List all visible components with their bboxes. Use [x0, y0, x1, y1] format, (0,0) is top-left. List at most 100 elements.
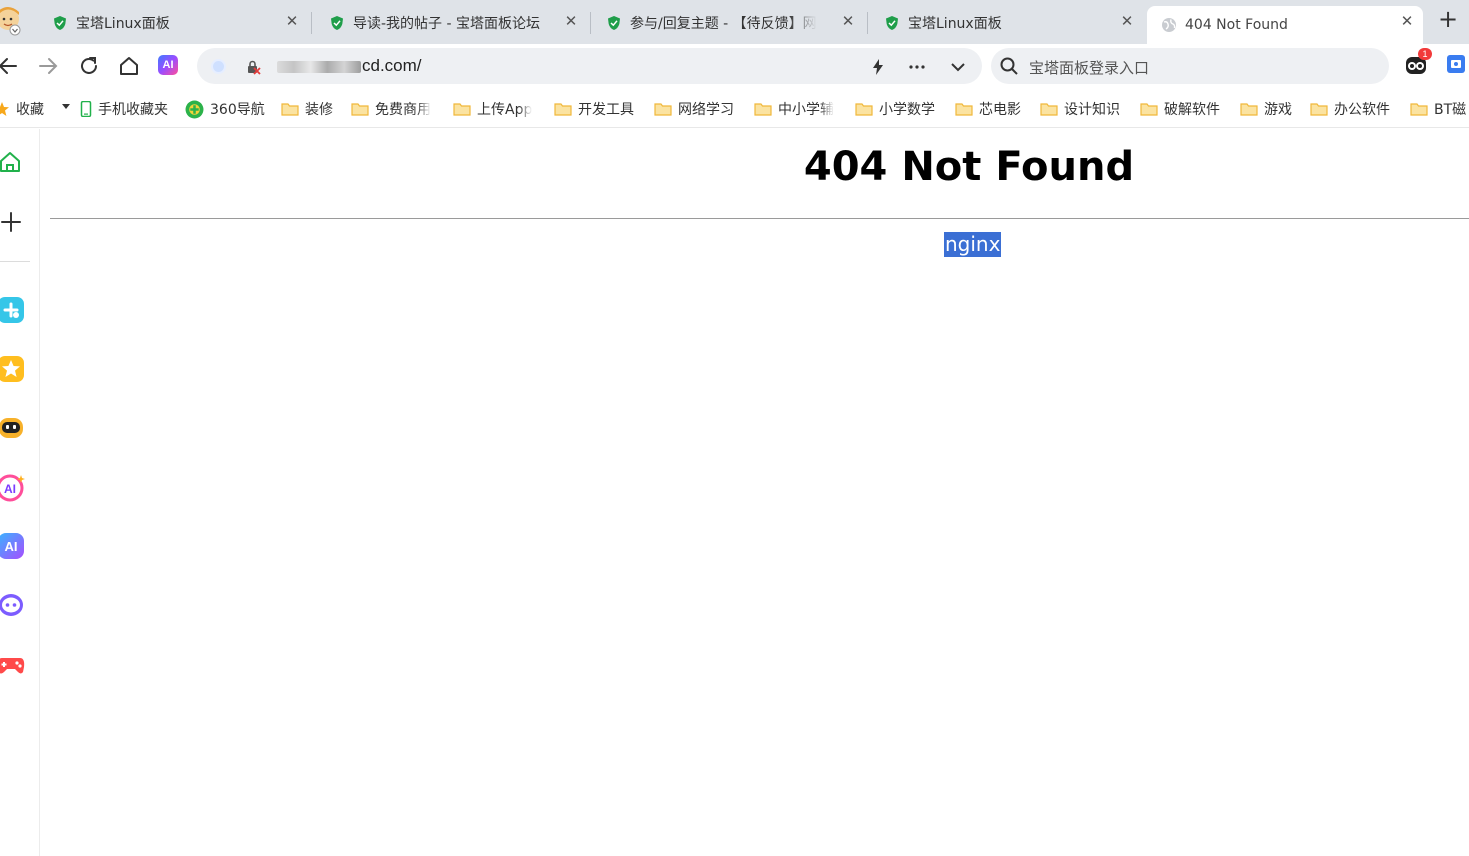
- tab-separator: [311, 12, 312, 34]
- bookmark-folder-k12[interactable]: 中小学辅: [754, 99, 834, 119]
- search-input[interactable]: 宝塔面板登录入口: [991, 48, 1389, 84]
- tab-close-icon[interactable]: ✕: [1399, 13, 1415, 29]
- bookmark-360-navigation[interactable]: 360导航: [185, 99, 265, 119]
- tab-separator: [867, 12, 868, 34]
- home-icon[interactable]: [0, 149, 22, 175]
- extension-screenshot-icon[interactable]: [1447, 55, 1465, 73]
- tab-title: 宝塔Linux面板: [76, 16, 170, 32]
- bookmark-label: 设计知识: [1064, 102, 1120, 118]
- tab-title: 参与/回复主题 - 【待反馈】网: [630, 16, 817, 32]
- bookmark-label: 中小学辅: [778, 102, 834, 118]
- redacted-domain: [277, 60, 361, 73]
- bookmark-folder-free-commercial[interactable]: 免费商用: [351, 99, 431, 119]
- bookmark-folder-upload-app[interactable]: 上传App: [453, 99, 532, 119]
- app-store-icon[interactable]: [0, 295, 26, 325]
- bookmark-label: 办公软件: [1334, 102, 1390, 118]
- tab-title: 宝塔Linux面板: [908, 16, 1002, 32]
- star-icon: [0, 102, 9, 116]
- chatbot-icon[interactable]: [0, 413, 26, 443]
- folder-icon: [654, 103, 672, 116]
- bookmark-folder-movies[interactable]: 芯电影: [955, 99, 1021, 119]
- back-arrow-icon[interactable]: [0, 54, 20, 78]
- lightning-boost-icon[interactable]: [868, 57, 888, 77]
- bookmark-label: 游戏: [1264, 102, 1292, 118]
- bookmark-label: 免费商用: [375, 102, 431, 118]
- tab-forum-my-posts[interactable]: 导读-我的帖子 - 宝塔面板论坛 ✕: [317, 6, 587, 40]
- user-avatar-icon[interactable]: [0, 6, 22, 36]
- bookmark-label: 开发工具: [578, 102, 634, 118]
- folder-icon: [754, 103, 772, 116]
- phone-icon: [80, 101, 92, 117]
- folder-icon: [1040, 103, 1058, 116]
- bookmark-folder-primary-math[interactable]: 小学数学: [855, 99, 935, 119]
- reload-icon[interactable]: [77, 54, 101, 78]
- bookmark-label: 360导航: [210, 102, 265, 118]
- insecure-lock-icon[interactable]: [245, 59, 261, 75]
- favorites-star-icon[interactable]: [0, 354, 26, 384]
- tab-close-icon[interactable]: ✕: [1119, 13, 1135, 29]
- search-icon: [1000, 57, 1018, 75]
- bookmark-folder-dev-tools[interactable]: 开发工具: [554, 99, 634, 119]
- home-icon[interactable]: [117, 54, 141, 78]
- svg-text:AI: AI: [5, 539, 18, 554]
- bookmark-folder-cracked-software[interactable]: 破解软件: [1140, 99, 1220, 119]
- tab-title: 404 Not Found: [1185, 17, 1288, 33]
- search-placeholder: 宝塔面板登录入口: [1029, 59, 1150, 77]
- bookmark-folder-office[interactable]: 办公软件: [1310, 99, 1390, 119]
- caret-down-icon[interactable]: [61, 103, 71, 111]
- url-text[interactable]: cd.com/: [277, 56, 422, 76]
- bookmark-label: 上传App: [477, 102, 533, 118]
- chevron-down-icon[interactable]: [948, 57, 968, 77]
- bookmark-folder-online-learning[interactable]: 网络学习: [654, 99, 734, 119]
- bookmark-label: 收藏: [16, 102, 44, 118]
- page-viewport: 404 Not Found nginx: [50, 129, 1469, 856]
- navigation-360-icon: [185, 100, 204, 118]
- tab-baota-panel-1[interactable]: 宝塔Linux面板 ✕: [40, 6, 308, 40]
- tab-baota-panel-2[interactable]: 宝塔Linux面板 ✕: [871, 6, 1143, 40]
- bookmark-favorites[interactable]: 收藏: [0, 99, 44, 119]
- ai-assistant-button[interactable]: AI: [158, 55, 178, 75]
- bookmark-label: 小学数学: [879, 102, 935, 118]
- bookmark-folder-design[interactable]: 设计知识: [1040, 99, 1120, 119]
- navigation-toolbar: AI cd.com/ 宝塔面板登录入口 1: [0, 44, 1469, 88]
- tab-close-icon[interactable]: ✕: [284, 13, 300, 29]
- folder-icon: [281, 103, 299, 116]
- new-tab-button[interactable]: +: [1436, 7, 1460, 32]
- bookmark-folder-decoration[interactable]: 装修: [281, 99, 333, 119]
- tab-404-not-found[interactable]: 404 Not Found ✕: [1147, 6, 1423, 44]
- folder-icon: [453, 103, 471, 116]
- bookmark-label: 破解软件: [1164, 102, 1220, 118]
- tab-reply-topic[interactable]: 参与/回复主题 - 【待反馈】网 ✕: [594, 6, 864, 40]
- bookmark-label: BT磁: [1434, 102, 1467, 118]
- add-icon[interactable]: [0, 209, 24, 235]
- game-controller-icon[interactable]: [0, 649, 26, 679]
- bookmark-mobile-favorites[interactable]: 手机收藏夹: [80, 99, 168, 119]
- globe-icon: [1162, 18, 1176, 32]
- address-bar[interactable]: cd.com/: [197, 48, 982, 84]
- left-sidebar: AI AI: [0, 129, 40, 856]
- svg-text:AI: AI: [4, 482, 16, 496]
- baota-shield-icon: [608, 16, 620, 30]
- folder-icon: [1240, 103, 1258, 116]
- chat-bubble-icon[interactable]: [0, 590, 26, 620]
- site-status-dot-icon: [211, 59, 226, 74]
- baota-shield-icon: [54, 16, 66, 30]
- bookmark-folder-games[interactable]: 游戏: [1240, 99, 1292, 119]
- extension-panda-icon[interactable]: 1: [1404, 48, 1432, 76]
- folder-icon: [1140, 103, 1158, 116]
- bookmark-label: 装修: [305, 102, 333, 118]
- bookmark-folder-bt-magnet[interactable]: BT磁: [1410, 99, 1466, 119]
- baota-shield-icon: [886, 16, 898, 30]
- bookmark-label: 网络学习: [678, 102, 734, 118]
- forward-arrow-icon[interactable]: [36, 54, 60, 78]
- ai-writer-icon[interactable]: AI: [0, 531, 26, 561]
- ai-assistant-icon[interactable]: AI: [0, 472, 26, 502]
- tab-separator: [590, 12, 591, 34]
- more-dots-icon[interactable]: [907, 57, 927, 77]
- tab-close-icon[interactable]: ✕: [563, 13, 579, 29]
- tab-close-icon[interactable]: ✕: [840, 13, 856, 29]
- folder-icon: [554, 103, 572, 116]
- folder-icon: [1310, 103, 1328, 116]
- sidebar-divider: [0, 261, 30, 262]
- baota-shield-icon: [331, 16, 343, 30]
